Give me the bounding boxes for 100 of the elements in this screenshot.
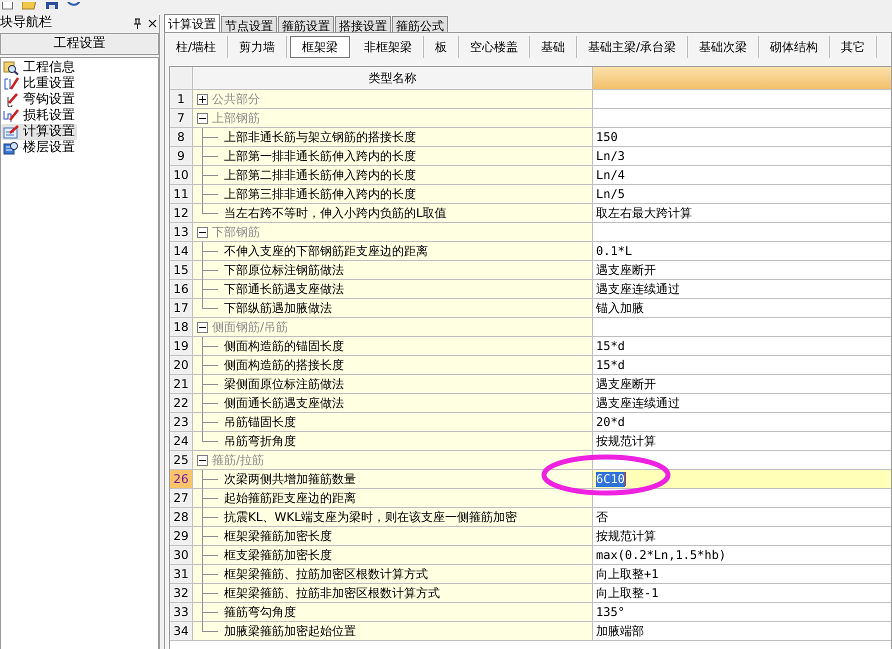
setting-name: 起始箍筋距支座边的距离 [224,490,356,507]
row-number: 33 [170,603,193,621]
setting-name: 抗震KL、WKL端支座为梁时，则在该支座一侧箍筋加密 [224,509,517,526]
setting-name: 不伸入支座的下部钢筋距支座边的距离 [224,243,428,260]
collapse-icon[interactable] [197,226,208,238]
setting-name: 上部非通长筋与架立钢筋的搭接长度 [224,129,416,146]
row-number: 28 [170,508,193,526]
setting-value: max(0.2*Ln,1.5*hb) [596,547,726,564]
expand-icon[interactable] [197,94,208,104]
subtab[interactable]: 框架梁 [290,36,350,58]
subtab[interactable]: 板 [424,36,460,58]
nav-item[interactable]: 比重设置 [1,76,77,92]
tab[interactable]: 搭接设置 [335,16,391,32]
row-number: 19 [170,337,193,355]
nav-item[interactable]: 弯钩设置 [1,92,77,108]
setting-name: 下部通长筋遇支座做法 [224,281,344,298]
setting-value: 135° [596,604,625,621]
nav-item[interactable]: 计算设置 [1,124,77,140]
row-number: 1 [170,90,193,108]
setting-value: 15*d [596,357,625,374]
setting-value: 否 [596,509,608,526]
setting-value: Ln/4 [596,167,625,184]
section-button[interactable]: 工程设置 [0,33,159,55]
setting-value: 向上取整+1 [596,566,658,583]
setting-value: 向上取整-1 [596,585,658,602]
row-number: 25 [170,451,193,469]
setting-value: 加腋端部 [596,623,644,640]
setting-value: 20*d [596,414,625,431]
setting-value: 遇支座断开 [596,262,656,279]
subtab[interactable]: 空心楼盖 [459,36,530,58]
row-number: 8 [170,128,193,146]
setting-name: 当左右跨不等时，伸入小跨内负筋的L取值 [224,205,447,222]
setting-name: 侧面构造筋的搭接长度 [224,357,344,374]
row-number: 27 [170,489,193,507]
setting-name: 加腋梁箍筋加密起始位置 [224,623,356,640]
layers-icon [3,141,19,155]
close-icon[interactable] [148,18,157,28]
setting-name: 次梁两侧共增加箍筋数量 [224,471,356,488]
setting-name: 吊筋锚固长度 [224,414,296,431]
nav-item[interactable]: 工程信息 [1,60,77,76]
nav-item[interactable]: 楼层设置 [1,140,77,156]
setting-value: 按规范计算 [596,433,656,450]
row-number: 30 [170,546,193,564]
setting-name: 上部第三排非通长筋伸入跨内的长度 [224,186,416,203]
subtab[interactable]: 砌体结构 [759,36,830,58]
setting-name: 侧面构造筋的锚固长度 [224,338,344,355]
subtab[interactable]: 剪力墙 [228,36,288,58]
setting-name: 上部第一排非通长筋伸入跨内的长度 [224,148,416,165]
notepad-icon [3,125,19,139]
folder-icon[interactable] [22,2,38,10]
save-icon[interactable] [46,2,58,10]
setting-value: 按规范计算 [596,528,656,545]
row-number: 9 [170,147,193,165]
row-number: 14 [170,242,193,260]
collapse-icon[interactable] [197,112,208,124]
setting-name: 吊筋弯折角度 [224,433,296,450]
setting-value: 0.1*L [596,243,632,260]
setting-name: 下部纵筋遇加腋做法 [224,300,332,317]
setting-name: 上部第二排非通长筋伸入跨内的长度 [224,167,416,184]
setting-name: 框支梁箍筋加密长度 [224,547,332,564]
tab[interactable]: 箍筋公式 [392,16,448,32]
collapse-icon[interactable] [197,322,208,332]
subtab[interactable]: 基础次梁 [688,36,760,58]
value-input[interactable]: 6C10 [596,472,626,486]
magnifier-icon [3,61,19,75]
subtab[interactable]: 非框架梁 [353,36,424,58]
setting-name: 箍筋弯勾角度 [224,604,296,621]
tab[interactable]: 箍筋设置 [278,16,334,32]
panel-title: 块导航栏 [0,15,52,31]
tab[interactable]: 计算设置 [164,14,220,32]
row-number: 7 [170,109,193,127]
document-icon[interactable] [2,2,14,10]
setting-name: 侧面通长筋遇支座做法 [224,395,344,412]
collapse-icon[interactable] [197,454,208,466]
setting-name: 梁侧面原位标注筋做法 [224,376,344,393]
setting-name: 下部原位标注钢筋做法 [224,262,344,279]
subtab[interactable]: 基础 [530,36,578,58]
row-number: 18 [170,318,193,336]
setting-value: 遇支座断开 [596,376,656,393]
setting-value: 锚入加腋 [596,300,644,317]
tab[interactable]: 节点设置 [221,16,277,32]
row-number: 12 [170,204,193,222]
row-number: 32 [170,584,193,602]
row-number: 31 [170,565,193,583]
row-number: 11 [170,185,193,203]
row-number: 10 [170,166,193,184]
subtab[interactable]: 柱/墙柱 [165,36,228,58]
pencil-icon [3,109,19,123]
setting-value: 取左右最大跨计算 [596,205,692,222]
nav-item[interactable]: 损耗设置 [1,108,77,124]
column-header: 类型名称 [193,67,593,89]
row-number: 34 [170,622,193,640]
pin-icon[interactable] [133,18,142,28]
row-number: 16 [170,280,193,298]
row-number: 26 [170,470,193,488]
subtab[interactable]: 基础主梁/承台梁 [577,36,688,58]
setting-value: Ln/5 [596,186,625,203]
group-label: 箍筋/拉筋 [212,452,264,469]
subtab[interactable]: 其它 [830,36,878,58]
group-label: 上部钢筋 [212,110,260,127]
